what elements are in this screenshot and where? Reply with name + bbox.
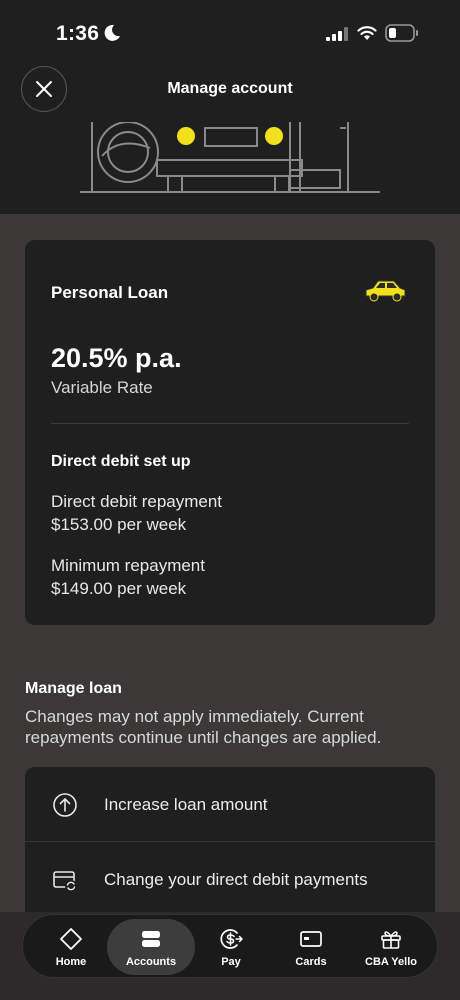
- signal-icon: [326, 27, 348, 41]
- nav-cards-label: Cards: [295, 956, 327, 968]
- accounts-icon: [142, 931, 160, 947]
- arrow-up-circle-icon: [53, 793, 77, 817]
- nav-cba-yello-label: CBA Yello: [365, 956, 417, 968]
- loan-title: Personal Loan: [51, 283, 169, 302]
- nav-pay[interactable]: Pay: [189, 915, 273, 977]
- manage-loan-title: Manage loan: [25, 680, 122, 697]
- nav-cba-yello[interactable]: CBA Yello: [349, 915, 433, 977]
- change-direct-debit-label: Change your direct debit payments: [104, 870, 368, 889]
- home-diamond-icon: [60, 928, 82, 950]
- bottom-nav: Home Accounts Pay Cards CBA Yello: [22, 914, 438, 978]
- manage-loan-description: Changes may not apply immediately. Curre…: [25, 707, 382, 747]
- bottom-nav-container: Home Accounts Pay Cards CBA Yello: [0, 912, 460, 1000]
- nav-cards[interactable]: Cards: [269, 915, 353, 977]
- pay-icon: [220, 929, 243, 949]
- loan-summary-card: Personal Loan 20.5% p.a. Variable Rate D…: [25, 240, 435, 625]
- wifi-icon: [357, 26, 377, 40]
- page-title: Manage account: [167, 80, 293, 97]
- rate-type: Variable Rate: [51, 378, 153, 397]
- change-direct-debit-item[interactable]: Change your direct debit payments: [25, 842, 435, 916]
- hero-illustration: [0, 121, 460, 214]
- nav-home[interactable]: Home: [29, 915, 113, 977]
- nav-accounts-label: Accounts: [125, 956, 177, 968]
- header: Manage account: [0, 66, 460, 123]
- gift-icon: [381, 931, 401, 949]
- increase-loan-amount-label: Increase loan amount: [104, 795, 268, 814]
- repayment-value: $153.00 per week: [51, 515, 187, 534]
- status-bar: 1:36: [0, 0, 460, 66]
- manage-loan-actions: Increase loan amount Change your direct …: [25, 767, 435, 927]
- card-icon: [300, 931, 322, 947]
- card-refresh-icon: [53, 871, 77, 892]
- nav-home-label: Home: [55, 956, 87, 968]
- status-time: 1:36: [56, 22, 100, 45]
- minimum-repayment-label: Minimum repayment: [51, 556, 205, 575]
- battery-icon: [385, 24, 418, 42]
- repayment-label: Direct debit repayment: [51, 492, 223, 511]
- car-icon: [365, 280, 406, 302]
- divider: [51, 423, 409, 424]
- nav-pay-label: Pay: [221, 956, 241, 968]
- minimum-repayment-value: $149.00 per week: [51, 579, 187, 598]
- increase-loan-amount-item[interactable]: Increase loan amount: [25, 767, 435, 842]
- workshop-illustration: [80, 121, 380, 193]
- interest-rate: 20.5% p.a.: [51, 343, 182, 373]
- nav-accounts[interactable]: Accounts: [107, 915, 195, 977]
- direct-debit-heading: Direct debit set up: [51, 453, 191, 470]
- moon-icon: [104, 24, 120, 41]
